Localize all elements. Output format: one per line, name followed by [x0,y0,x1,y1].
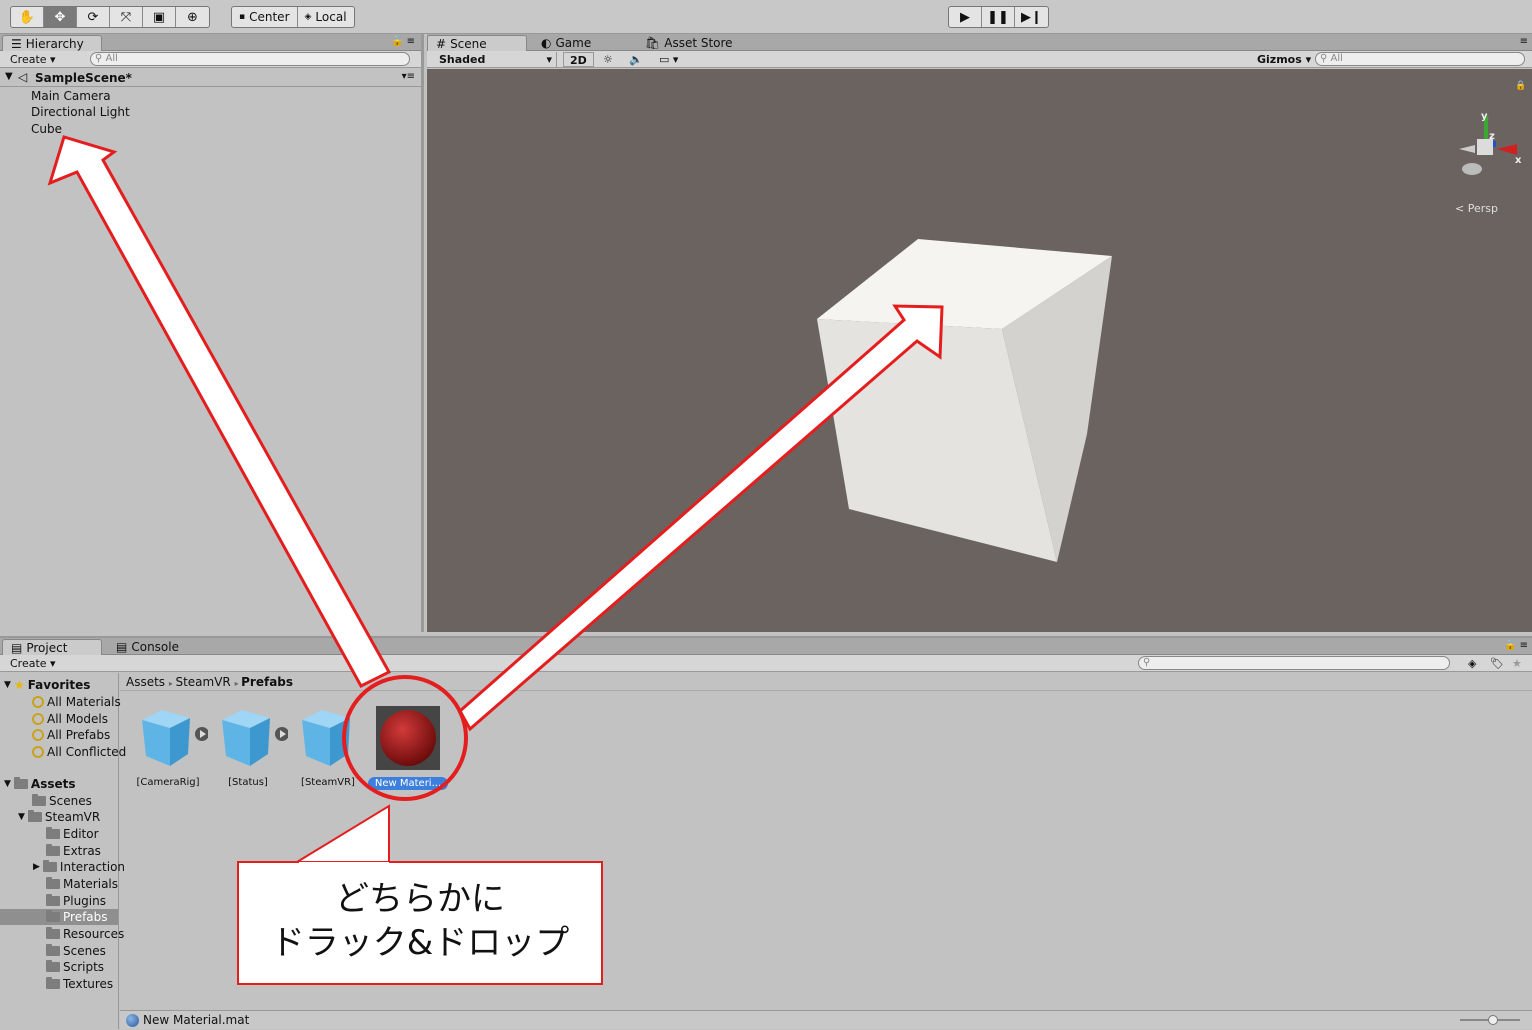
arrow-to-hierarchy [47,135,392,688]
callout-pointer-mask [299,862,389,866]
callout-pointer [293,804,390,863]
callout-text: どちらかに ドラック&ドロップ [239,877,601,965]
annotation-overlay [47,135,944,863]
highlight-circle [342,675,468,801]
arrow-to-cube [458,304,944,732]
callout-line-1: どちらかに [335,879,505,919]
callout-line-2: ドラック&ドロップ [270,923,570,963]
callout-box: どちらかに ドラック&ドロップ [237,861,603,985]
